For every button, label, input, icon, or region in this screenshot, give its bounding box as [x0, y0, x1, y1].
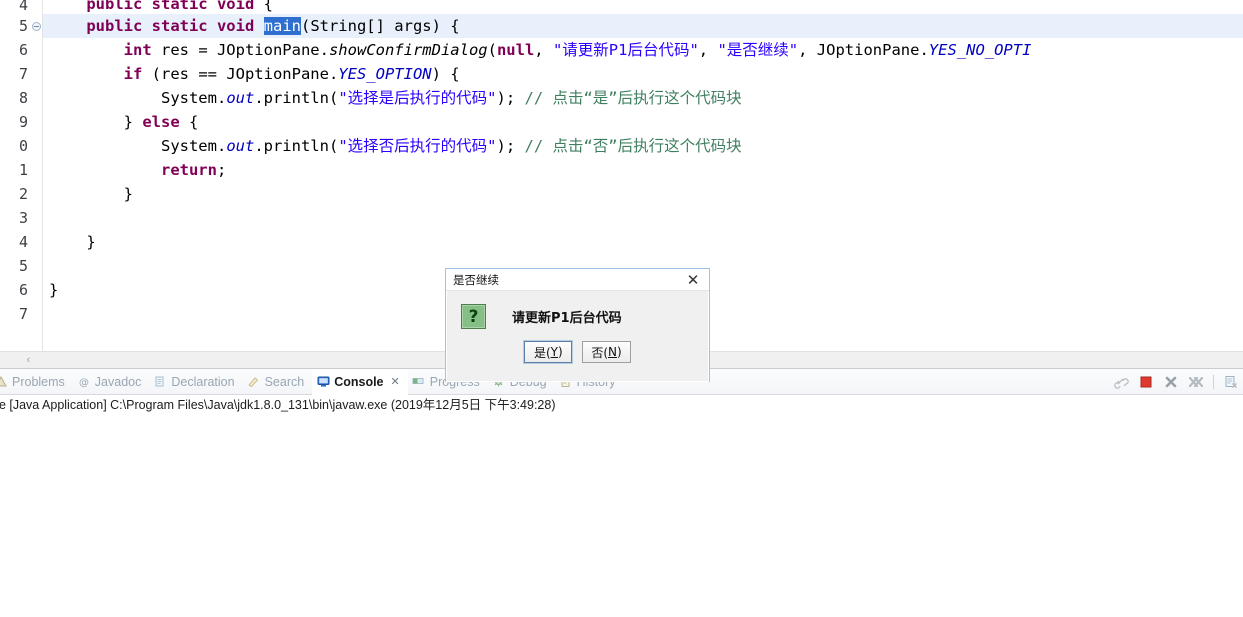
console-output[interactable] — [0, 416, 1243, 606]
code-line[interactable]: } — [43, 182, 1243, 206]
selected-token: main — [263, 17, 301, 35]
code-line[interactable]: return; — [43, 158, 1243, 182]
tab-declaration[interactable]: Declaration — [149, 369, 242, 395]
line-number-text: 5 — [18, 17, 28, 35]
tab-javadoc[interactable]: @ Javadoc — [73, 369, 150, 395]
console-panel: Problems @ Javadoc Declaration Search Co… — [0, 368, 1243, 617]
dialog-button-row: 是(Y) 否(N) — [447, 341, 708, 363]
dialog-message-row: ? 请更新P1后台代码 — [447, 291, 708, 329]
javadoc-icon: @ — [77, 375, 91, 389]
line-number: 6 — [18, 281, 28, 299]
close-icon[interactable]: ✕ — [391, 375, 400, 388]
remove-all-terminated-icon[interactable] — [1188, 374, 1204, 390]
console-toolbar — [1113, 369, 1239, 395]
no-button-suffix: ) — [616, 345, 622, 359]
code-fold-icon[interactable] — [32, 22, 41, 31]
tab-search[interactable]: Search — [243, 369, 313, 395]
line-number: 3 — [18, 209, 28, 227]
yes-button[interactable]: 是(Y) — [524, 341, 573, 363]
dialog-titlebar[interactable]: 是否继续 ✕ — [446, 269, 709, 291]
tab-label: Search — [264, 374, 305, 389]
dialog-message: 请更新P1后台代码 — [512, 311, 622, 326]
no-button[interactable]: 否(N) — [582, 341, 631, 363]
svg-text:@: @ — [79, 377, 89, 388]
question-icon: ? — [461, 304, 486, 329]
yes-button-label: 是( — [533, 345, 551, 360]
clear-console-icon[interactable] — [1223, 374, 1239, 390]
line-number: 9 — [18, 113, 28, 131]
code-line[interactable]: System.out.println("选择是后执行的代码"); // 点击“是… — [43, 86, 1243, 110]
line-number-gutter: 4 5 6 7 8 9 0 1 2 3 4 5 6 7 — [0, 0, 43, 368]
tab-label: Declaration — [171, 374, 235, 389]
tab-problems[interactable]: Problems — [0, 369, 73, 395]
code-line[interactable]: public static void { — [43, 0, 1243, 14]
no-button-label: 否( — [591, 345, 608, 360]
code-line[interactable]: System.out.println("选择否后执行的代码"); // 点击“否… — [43, 134, 1243, 158]
tab-console[interactable]: Console ✕ — [312, 368, 408, 395]
code-line[interactable]: } — [43, 230, 1243, 254]
terminate-icon[interactable] — [1138, 374, 1154, 390]
search-icon — [247, 375, 261, 389]
toolbar-separator — [1213, 375, 1214, 389]
line-number: 2 — [18, 185, 28, 203]
code-line[interactable]: if (res == JOptionPane.YES_OPTION) { — [43, 62, 1243, 86]
line-number: 4 — [18, 233, 28, 251]
console-launch-header: ne [Java Application] C:\Program Files\J… — [0, 398, 556, 412]
problems-icon — [0, 375, 8, 389]
line-number: 7 — [18, 305, 28, 323]
tab-label: Problems — [12, 374, 65, 389]
line-number: 0 — [18, 137, 28, 155]
pin-console-icon[interactable] — [1113, 374, 1129, 390]
close-icon[interactable]: ✕ — [681, 271, 705, 289]
eclipse-ide-window: 4 5 6 7 8 9 0 1 2 3 4 5 6 7 public stati… — [0, 0, 1243, 617]
yes-button-mnemonic: Y — [550, 345, 558, 359]
scroll-left-icon[interactable]: ‹ — [22, 354, 35, 367]
code-line[interactable]: int res = JOptionPane.showConfirmDialog(… — [43, 38, 1243, 62]
dialog-content: ? 请更新P1后台代码 是(Y) 否(N) — [446, 291, 709, 382]
line-number: 1 — [18, 161, 28, 179]
progress-icon — [412, 375, 426, 389]
code-line[interactable] — [43, 206, 1243, 230]
code-line[interactable]: public static void main(String[] args) { — [43, 14, 1243, 38]
line-number: 6 — [18, 41, 28, 59]
line-number: 4 — [18, 0, 28, 14]
remove-launch-icon[interactable] — [1163, 374, 1179, 390]
line-number: 5 — [0, 14, 42, 38]
code-line[interactable]: } else { — [43, 110, 1243, 134]
console-icon — [316, 375, 330, 389]
declaration-icon — [153, 375, 167, 389]
dialog-title: 是否继续 — [453, 272, 499, 287]
confirm-dialog[interactable]: 是否继续 ✕ ? 请更新P1后台代码 是(Y) 否(N) — [445, 268, 710, 382]
yes-button-suffix: ) — [557, 345, 563, 359]
line-number: 7 — [18, 65, 28, 83]
tab-label: Console — [334, 374, 384, 389]
tab-label: Javadoc — [94, 374, 142, 389]
no-button-mnemonic: N — [608, 345, 617, 359]
line-number: 8 — [18, 89, 28, 107]
line-number: 5 — [18, 257, 28, 275]
